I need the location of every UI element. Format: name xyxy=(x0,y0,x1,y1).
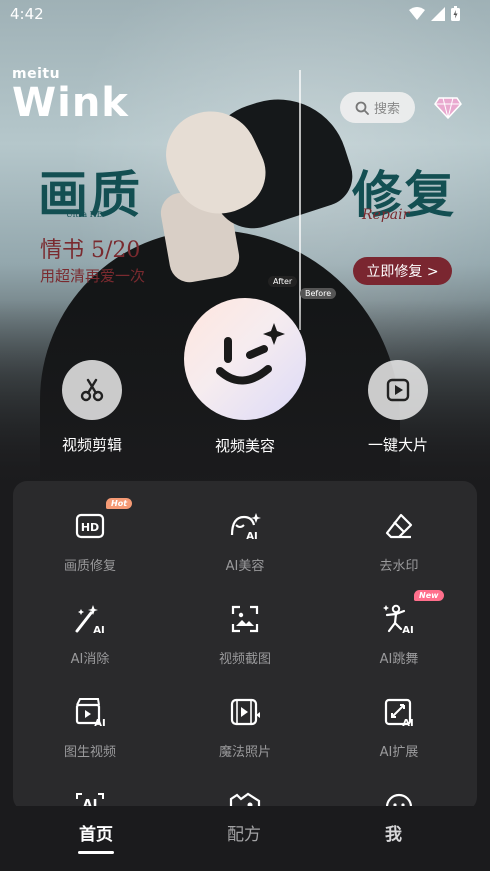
tool-label: AI跳舞 xyxy=(379,652,419,667)
tool-ai-dance[interactable]: AI AI跳舞 xyxy=(339,602,459,667)
screenshot-icon xyxy=(231,605,259,633)
tool-label: 图生视频 xyxy=(63,745,116,760)
tool-label: AI扩展 xyxy=(379,745,419,760)
tools-panel: HD 画质修复 Hot AI AI美容 去水印 AI AI消除 视频截图 AI … xyxy=(13,481,477,811)
tool-magic-photo[interactable]: 魔法照片 xyxy=(185,695,305,760)
svg-text:AI: AI xyxy=(246,531,257,541)
play-button[interactable] xyxy=(368,360,428,420)
magic-photo-icon xyxy=(230,698,260,726)
banner-subtitle-left: Ultra HD xyxy=(66,210,104,219)
wink-beauty-button[interactable] xyxy=(184,298,306,420)
eraser-icon xyxy=(385,513,413,539)
tool-label: AI消除 xyxy=(70,652,110,667)
tool-ai-beauty[interactable]: AI AI美容 xyxy=(185,509,305,574)
tool-remove-watermark[interactable]: 去水印 xyxy=(339,509,459,574)
expand-icon: AI xyxy=(384,698,414,727)
tool-label: 去水印 xyxy=(379,559,419,574)
svg-text:AI: AI xyxy=(402,718,413,727)
quick-one-click[interactable]: 一键大片 xyxy=(368,360,428,455)
quick-video-beauty-label: 视频美容 xyxy=(215,437,276,455)
scissors-icon xyxy=(80,378,104,402)
bottom-tab-bar: 首页 配方 我 xyxy=(0,806,490,871)
wink-face-icon xyxy=(216,323,285,385)
svg-text:AI: AI xyxy=(93,625,104,635)
tool-quality-repair[interactable]: HD 画质修复 xyxy=(30,509,150,574)
magic-wand-icon: AI xyxy=(75,605,105,635)
new-badge: New xyxy=(414,590,444,601)
quick-one-click-label: 一键大片 xyxy=(368,436,429,454)
tool-label: 魔法照片 xyxy=(218,745,271,760)
repair-now-button[interactable]: 立即修复 > xyxy=(353,257,452,285)
tool-ai-expand[interactable]: AI AI扩展 xyxy=(339,695,459,760)
tab-me[interactable]: 我 xyxy=(385,820,402,845)
wifi-icon xyxy=(409,6,425,20)
svg-text:AI: AI xyxy=(94,718,105,727)
dance-icon: AI xyxy=(383,604,414,635)
play-icon xyxy=(386,378,410,402)
image-to-video-icon: AI xyxy=(75,698,106,727)
battery-icon xyxy=(451,6,460,21)
scissors-button[interactable] xyxy=(62,360,122,420)
banner-film-title: 情书 5/20 xyxy=(40,238,141,263)
banner-film-tagline: 用超清再爱一次 xyxy=(40,267,146,285)
quick-video-edit[interactable]: 视频剪辑 xyxy=(62,360,122,455)
search-placeholder: 搜索 xyxy=(373,102,400,117)
signal-icon xyxy=(431,6,445,21)
hot-badge: Hot xyxy=(106,498,133,509)
svg-text:AI: AI xyxy=(402,625,413,635)
wink-logo: Wink xyxy=(12,80,129,126)
search-box[interactable]: 搜索 xyxy=(340,92,415,123)
svg-text:HD: HD xyxy=(81,521,99,534)
before-tag: Before xyxy=(300,288,337,299)
tool-image-to-video[interactable]: AI 图生视频 xyxy=(30,695,150,760)
after-tag: After xyxy=(268,276,298,287)
tool-label: AI美容 xyxy=(225,559,265,574)
tool-video-screenshot[interactable]: 视频截图 xyxy=(185,602,305,667)
status-time: 4:42 xyxy=(10,5,44,23)
hd-icon: HD xyxy=(75,513,105,539)
quick-video-edit-label: 视频剪辑 xyxy=(62,436,123,454)
tab-recipe[interactable]: 配方 xyxy=(227,820,261,845)
tab-home[interactable]: 首页 xyxy=(79,820,113,845)
tool-ai-erase[interactable]: AI AI消除 xyxy=(30,602,150,667)
vip-gem-icon[interactable] xyxy=(434,96,462,120)
search-icon xyxy=(355,101,369,115)
ai-face-icon: AI xyxy=(230,513,261,541)
tool-label: 画质修复 xyxy=(63,559,116,574)
tool-label: 视频截图 xyxy=(218,652,271,667)
status-bar: 4:42 xyxy=(0,0,490,28)
active-tab-indicator xyxy=(78,851,114,854)
banner-subtitle-right: Repair xyxy=(362,207,410,223)
